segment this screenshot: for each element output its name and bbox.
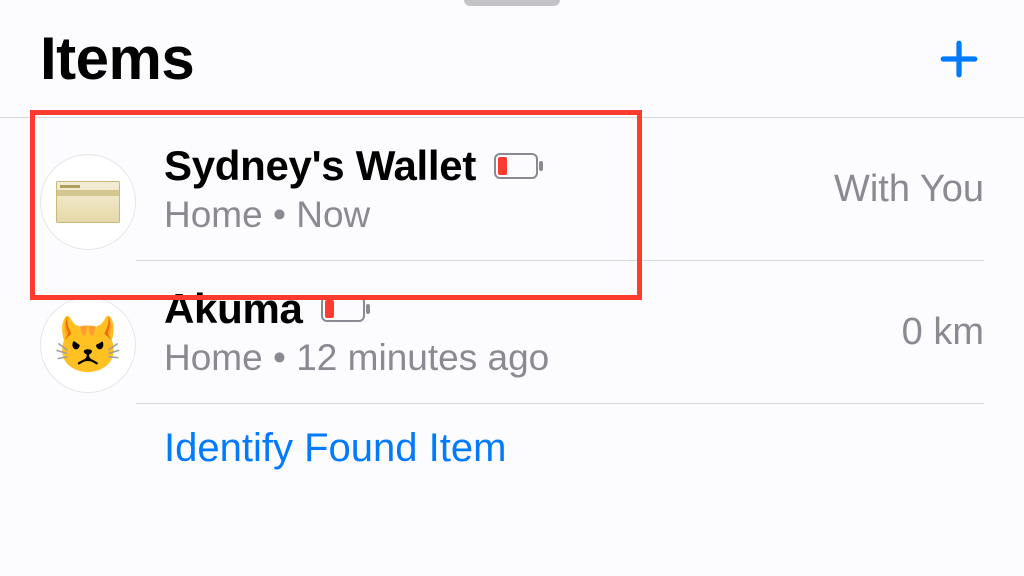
item-status: With You [834, 168, 984, 211]
items-list: Sydney's Wallet Home • Now With You [0, 118, 1024, 404]
item-avatar [40, 154, 136, 250]
item-subtitle: Home • Now [164, 194, 834, 236]
wallet-icon [56, 181, 120, 223]
item-name: Sydney's Wallet [164, 142, 476, 190]
item-avatar: 😾 [40, 297, 136, 393]
list-item[interactable]: 😾 Akuma Home • 12 minu [0, 261, 1024, 404]
item-subtitle: Home • 12 minutes ago [164, 337, 902, 379]
add-button[interactable] [934, 34, 984, 84]
plus-icon [938, 38, 980, 80]
battery-low-icon [494, 153, 544, 179]
cat-emoji-icon: 😾 [53, 312, 123, 378]
header: Items [0, 12, 1024, 117]
battery-low-icon [321, 296, 371, 322]
list-item[interactable]: Sydney's Wallet Home • Now With You [0, 118, 1024, 261]
identify-row: Identify Found Item [0, 404, 1024, 471]
sheet-grabber[interactable] [464, 0, 560, 6]
item-status: 0 km [902, 311, 984, 354]
page-title: Items [40, 24, 194, 93]
item-name: Akuma [164, 285, 303, 333]
identify-found-item-link[interactable]: Identify Found Item [164, 426, 984, 471]
